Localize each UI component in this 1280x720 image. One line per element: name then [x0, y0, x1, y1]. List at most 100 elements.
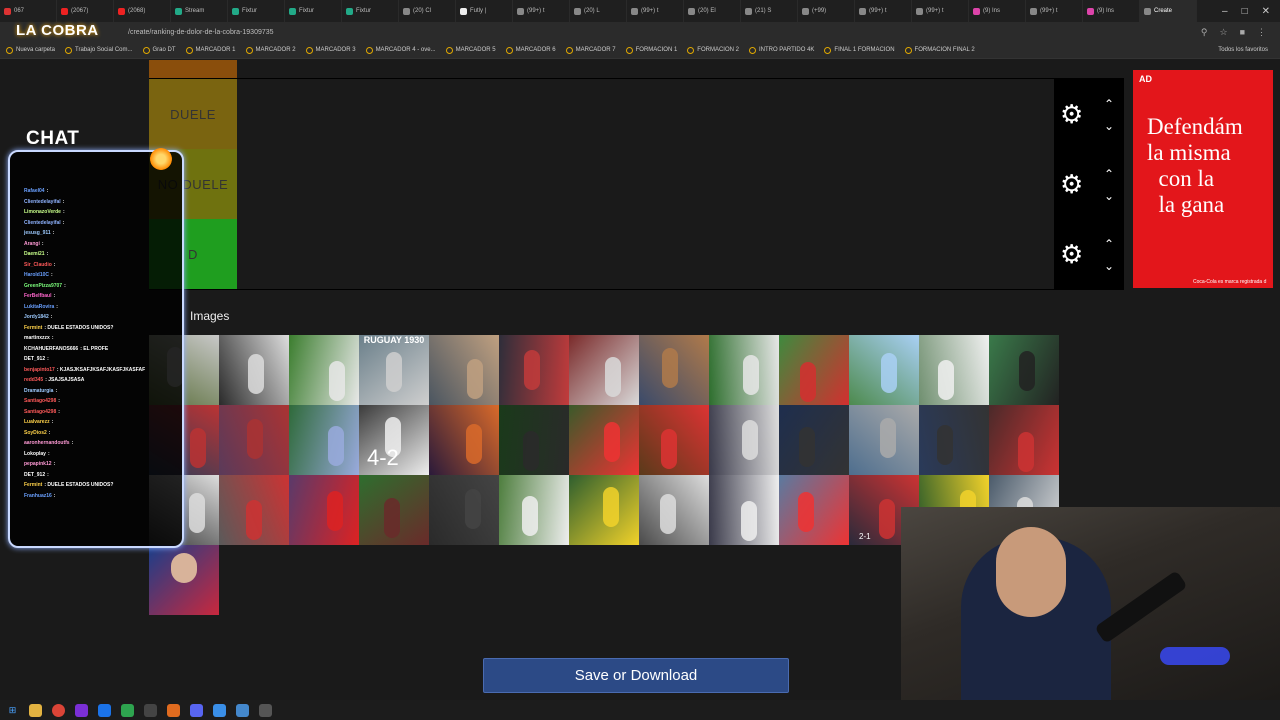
- bookmark-item[interactable]: FORMACION FINAL 2: [904, 46, 975, 54]
- pool-image[interactable]: [919, 335, 989, 405]
- pool-image[interactable]: [569, 405, 639, 475]
- bookmark-item[interactable]: FORMACION 2: [687, 46, 739, 54]
- menu-icon[interactable]: ⋮: [1257, 27, 1266, 38]
- pool-image[interactable]: [499, 405, 569, 475]
- bookmark-item[interactable]: MARCADOR 3: [305, 46, 356, 54]
- browser-tab[interactable]: (20) Cl: [399, 0, 456, 22]
- pool-image[interactable]: [639, 335, 709, 405]
- browser-tab[interactable]: Stream: [171, 0, 228, 22]
- minimize-icon[interactable]: –: [1222, 6, 1228, 17]
- pool-image[interactable]: [709, 475, 779, 545]
- pool-image[interactable]: [289, 405, 359, 475]
- ad-banner[interactable]: AD Defendám la misma con la la gana Coca…: [1133, 70, 1273, 288]
- pool-image[interactable]: [219, 335, 289, 405]
- chevron-up-icon[interactable]: ⌃: [1104, 97, 1114, 111]
- browser-tab[interactable]: Fixtur: [228, 0, 285, 22]
- browser-tab[interactable]: (20) L: [570, 0, 627, 22]
- pool-image[interactable]: [219, 405, 289, 475]
- browser-tab[interactable]: Futly |: [456, 0, 513, 22]
- pool-image[interactable]: [499, 335, 569, 405]
- pool-image[interactable]: [779, 335, 849, 405]
- chevron-up-icon[interactable]: ⌃: [1104, 167, 1114, 181]
- browser-tab[interactable]: 067: [0, 0, 57, 22]
- start-icon[interactable]: ⊞: [6, 704, 19, 717]
- twitch-icon[interactable]: [75, 703, 88, 717]
- browser-tab[interactable]: (2067): [57, 0, 114, 22]
- pool-image[interactable]: [289, 335, 359, 405]
- save-or-download-button[interactable]: Save or Download: [483, 658, 789, 693]
- pool-image[interactable]: [569, 335, 639, 405]
- app-icon[interactable]: [259, 703, 272, 717]
- app-icon[interactable]: [121, 703, 134, 717]
- browser-tab[interactable]: (+99): [798, 0, 855, 22]
- browser-tab[interactable]: (20) El: [684, 0, 741, 22]
- pool-image[interactable]: [429, 475, 499, 545]
- pool-image[interactable]: [709, 405, 779, 475]
- all-bookmarks[interactable]: Todos los favoritos: [1218, 47, 1280, 53]
- bookmark-item[interactable]: Trabajo Social Com...: [65, 46, 133, 54]
- obs-icon[interactable]: [144, 703, 157, 717]
- browser-tab[interactable]: (99+) t: [513, 0, 570, 22]
- chevron-down-icon[interactable]: ⌄: [1104, 189, 1114, 203]
- browser-tab[interactable]: Fixtur: [342, 0, 399, 22]
- bookmark-item[interactable]: MARCADOR 4 - ove...: [365, 46, 436, 54]
- chevron-down-icon[interactable]: ⌄: [1104, 119, 1114, 133]
- pool-image[interactable]: [919, 405, 989, 475]
- browser-tab[interactable]: (21) S: [741, 0, 798, 22]
- pool-image[interactable]: 4-2: [359, 405, 429, 475]
- folder-icon[interactable]: [29, 703, 42, 717]
- bookmark-item[interactable]: FORMACION 1: [625, 46, 677, 54]
- pool-image[interactable]: [499, 475, 569, 545]
- app-icon[interactable]: [236, 703, 249, 717]
- bookmark-item[interactable]: INTRO PARTIDO 4K: [748, 46, 814, 54]
- discord-icon[interactable]: [190, 703, 203, 717]
- browser-tab[interactable]: Fixtur: [285, 0, 342, 22]
- chrome-icon[interactable]: [52, 703, 65, 717]
- bookmark-item[interactable]: Grao DT: [142, 46, 176, 54]
- pool-image[interactable]: [709, 335, 779, 405]
- bookmark-item[interactable]: MARCADOR 2: [245, 46, 296, 54]
- pool-image[interactable]: [359, 475, 429, 545]
- browser-tab[interactable]: (2068): [114, 0, 171, 22]
- pool-image[interactable]: [149, 545, 219, 615]
- bookmark-item[interactable]: MARCADOR 1: [185, 46, 236, 54]
- pool-image[interactable]: [849, 405, 919, 475]
- pool-image[interactable]: [219, 475, 289, 545]
- pool-image[interactable]: [639, 405, 709, 475]
- chevron-up-icon[interactable]: ⌃: [1104, 237, 1114, 251]
- browser-tab[interactable]: (99+) t: [912, 0, 969, 22]
- pool-image[interactable]: [849, 335, 919, 405]
- app-icon[interactable]: [167, 703, 180, 717]
- pool-image[interactable]: [639, 475, 709, 545]
- pool-image[interactable]: [569, 475, 639, 545]
- app-icon[interactable]: [213, 703, 226, 717]
- browser-tab[interactable]: (99+) t: [855, 0, 912, 22]
- gear-icon[interactable]: ⚙: [1060, 241, 1083, 267]
- close-icon[interactable]: ✕: [1262, 6, 1270, 17]
- pool-image[interactable]: [429, 405, 499, 475]
- pool-image[interactable]: [779, 405, 849, 475]
- bookmark-item[interactable]: Nueva carpeta: [6, 46, 55, 54]
- url-text[interactable]: /create/ranking-de-dolor-de-la-cobra-193…: [128, 29, 274, 36]
- browser-tab[interactable]: (9) Ins: [1083, 0, 1140, 22]
- bookmark-item[interactable]: FINAL 1 FORMACION: [824, 46, 895, 54]
- extensions-icon[interactable]: ■: [1240, 27, 1245, 38]
- pool-image[interactable]: [289, 475, 359, 545]
- gear-icon[interactable]: ⚙: [1060, 171, 1083, 197]
- browser-tab[interactable]: (99+) t: [627, 0, 684, 22]
- address-bar[interactable]: /create/ranking-de-dolor-de-la-cobra-193…: [0, 22, 1280, 42]
- bookmark-item[interactable]: MARCADOR 6: [505, 46, 556, 54]
- gear-icon[interactable]: ⚙: [1060, 101, 1083, 127]
- browser-tab[interactable]: (9) Ins: [969, 0, 1026, 22]
- browser-tab[interactable]: Create: [1140, 0, 1197, 22]
- browser-tab[interactable]: (99+) t: [1026, 0, 1083, 22]
- zoom-icon[interactable]: ⚲: [1201, 27, 1208, 38]
- pool-image[interactable]: [429, 335, 499, 405]
- star-icon[interactable]: ☆: [1219, 27, 1227, 38]
- tier-label[interactable]: DUELE: [149, 79, 237, 149]
- chevron-down-icon[interactable]: ⌄: [1104, 259, 1114, 273]
- pool-image[interactable]: [989, 405, 1059, 475]
- pool-image[interactable]: [989, 335, 1059, 405]
- pool-image[interactable]: RUGUAY 1930: [359, 335, 429, 405]
- maximize-icon[interactable]: □: [1242, 6, 1248, 17]
